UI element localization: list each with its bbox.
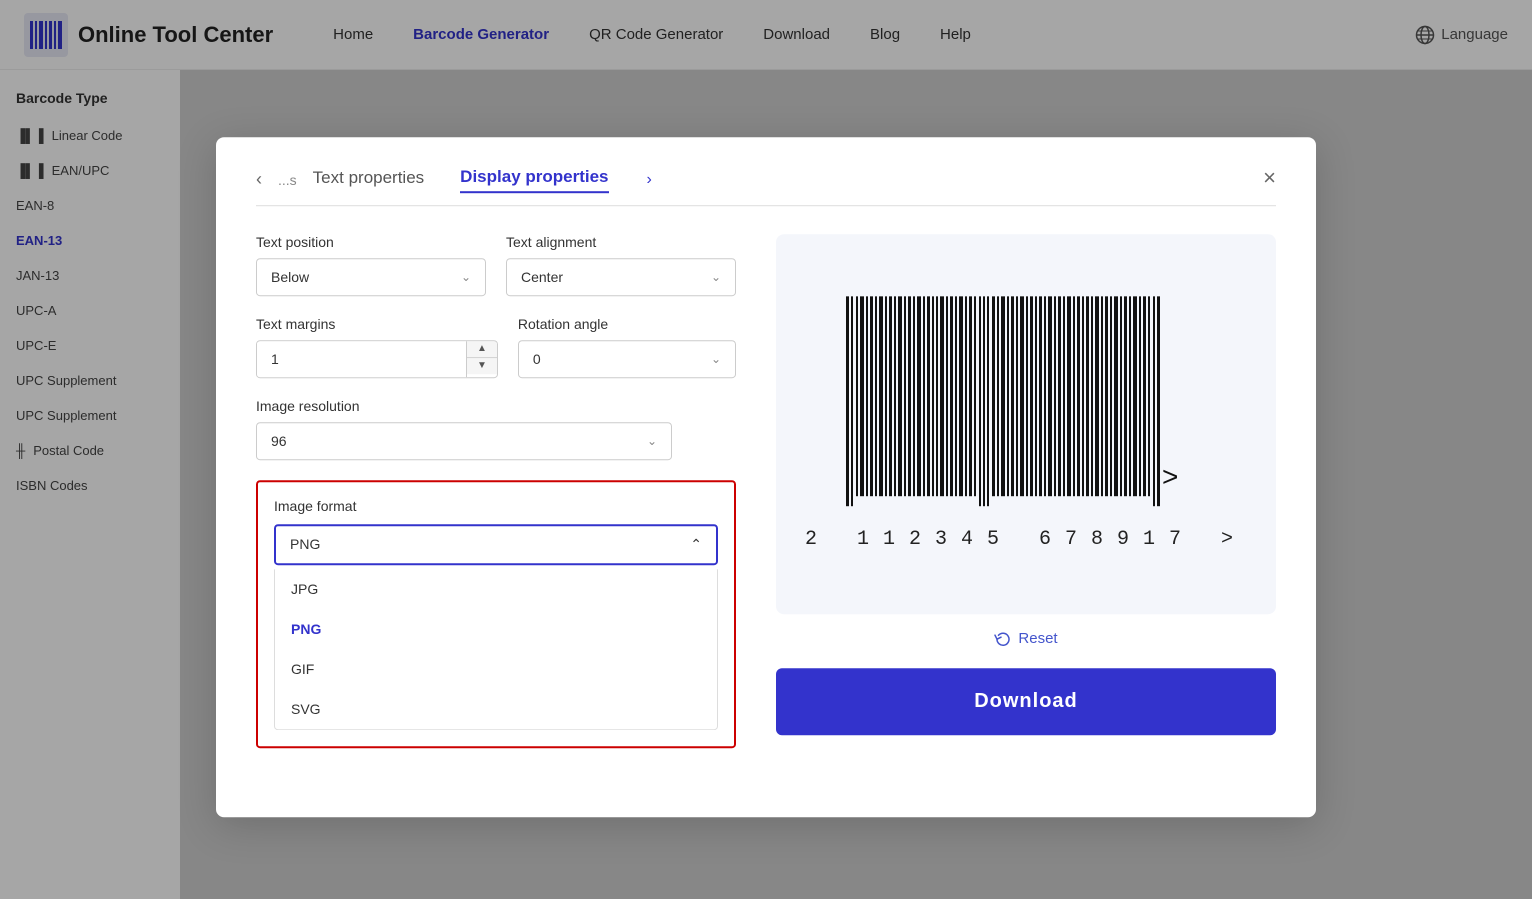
stepper-up-button[interactable]: ▲ — [467, 341, 497, 358]
download-button[interactable]: Download — [776, 668, 1276, 735]
image-resolution-label: Image resolution — [256, 398, 736, 414]
reset-icon — [994, 630, 1012, 648]
image-format-section: Image format PNG ⌃ JPG PNG GIF SVG — [256, 480, 736, 748]
stepper-down-button[interactable]: ▼ — [467, 358, 497, 374]
modal-body: Text position Below ⌄ Text alignment Cen… — [256, 234, 1276, 748]
format-dropdown: JPG PNG GIF SVG — [274, 569, 718, 730]
text-position-value: Below — [271, 269, 309, 285]
image-format-value: PNG — [290, 536, 320, 552]
text-alignment-select[interactable]: Center ⌄ — [506, 258, 736, 296]
rotation-angle-value: 0 — [533, 351, 541, 367]
barcode-preview: > 2 112345 678917 > — [776, 234, 1276, 614]
text-margins-label: Text margins — [256, 316, 498, 332]
reset-label: Reset — [1018, 630, 1057, 647]
format-option-gif[interactable]: GIF — [275, 649, 717, 689]
chevron-down-icon-3: ⌄ — [711, 352, 721, 366]
form-group-image-resolution: Image resolution 96 ⌄ — [256, 398, 736, 460]
form-row-margins-rotation: Text margins ▲ ▼ Rotation angle 0 ⌄ — [256, 316, 736, 378]
modal-left-panel: Text position Below ⌄ Text alignment Cen… — [256, 234, 736, 748]
text-position-select[interactable]: Below ⌄ — [256, 258, 486, 296]
reset-button[interactable]: Reset — [994, 630, 1057, 648]
tab-display-properties[interactable]: Display properties — [460, 167, 608, 193]
image-resolution-select[interactable]: 96 ⌄ — [256, 422, 672, 460]
modal-close-button[interactable]: × — [1263, 167, 1276, 189]
format-option-png[interactable]: PNG — [275, 609, 717, 649]
tab-next-arrow[interactable]: › — [647, 171, 652, 189]
modal-tabs-header: ‹ ...s Text properties Display propertie… — [256, 167, 1276, 206]
format-option-jpg[interactable]: JPG — [275, 569, 717, 609]
barcode-image: > — [836, 296, 1216, 516]
rotation-angle-select[interactable]: 0 ⌄ — [518, 340, 736, 378]
chevron-down-icon-4: ⌄ — [647, 434, 657, 448]
form-row-resolution: Image resolution 96 ⌄ — [256, 398, 736, 460]
chevron-up-icon: ⌃ — [690, 536, 702, 553]
chevron-down-icon: ⌄ — [461, 270, 471, 284]
rotation-angle-label: Rotation angle — [518, 316, 736, 332]
text-margins-stepper: ▲ ▼ — [256, 340, 498, 378]
modal-right-panel: > 2 112345 678917 > Reset Download — [776, 234, 1276, 748]
tab-ellipsis: ...s — [278, 172, 297, 188]
text-margins-input[interactable] — [257, 341, 466, 377]
chevron-down-icon-2: ⌄ — [711, 270, 721, 284]
modal-display-properties: ‹ ...s Text properties Display propertie… — [216, 137, 1316, 817]
format-option-svg[interactable]: SVG — [275, 689, 717, 729]
stepper-buttons: ▲ ▼ — [466, 341, 497, 377]
text-alignment-label: Text alignment — [506, 234, 736, 250]
svg-text:>: > — [1162, 461, 1178, 492]
tab-text-properties[interactable]: Text properties — [313, 168, 425, 192]
barcode-svg-container: > 2 112345 678917 > — [805, 296, 1247, 551]
form-group-text-margins: Text margins ▲ ▼ — [256, 316, 498, 378]
form-row-position-alignment: Text position Below ⌄ Text alignment Cen… — [256, 234, 736, 296]
form-group-text-position: Text position Below ⌄ — [256, 234, 486, 296]
tab-prev-arrow[interactable]: ‹ — [256, 169, 262, 190]
barcode-number: 2 112345 678917 > — [805, 528, 1247, 551]
text-position-label: Text position — [256, 234, 486, 250]
text-alignment-value: Center — [521, 269, 563, 285]
image-format-select[interactable]: PNG ⌃ — [274, 524, 718, 565]
form-group-rotation-angle: Rotation angle 0 ⌄ — [518, 316, 736, 378]
image-resolution-value: 96 — [271, 433, 287, 449]
form-group-text-alignment: Text alignment Center ⌄ — [506, 234, 736, 296]
image-format-label: Image format — [274, 498, 718, 514]
